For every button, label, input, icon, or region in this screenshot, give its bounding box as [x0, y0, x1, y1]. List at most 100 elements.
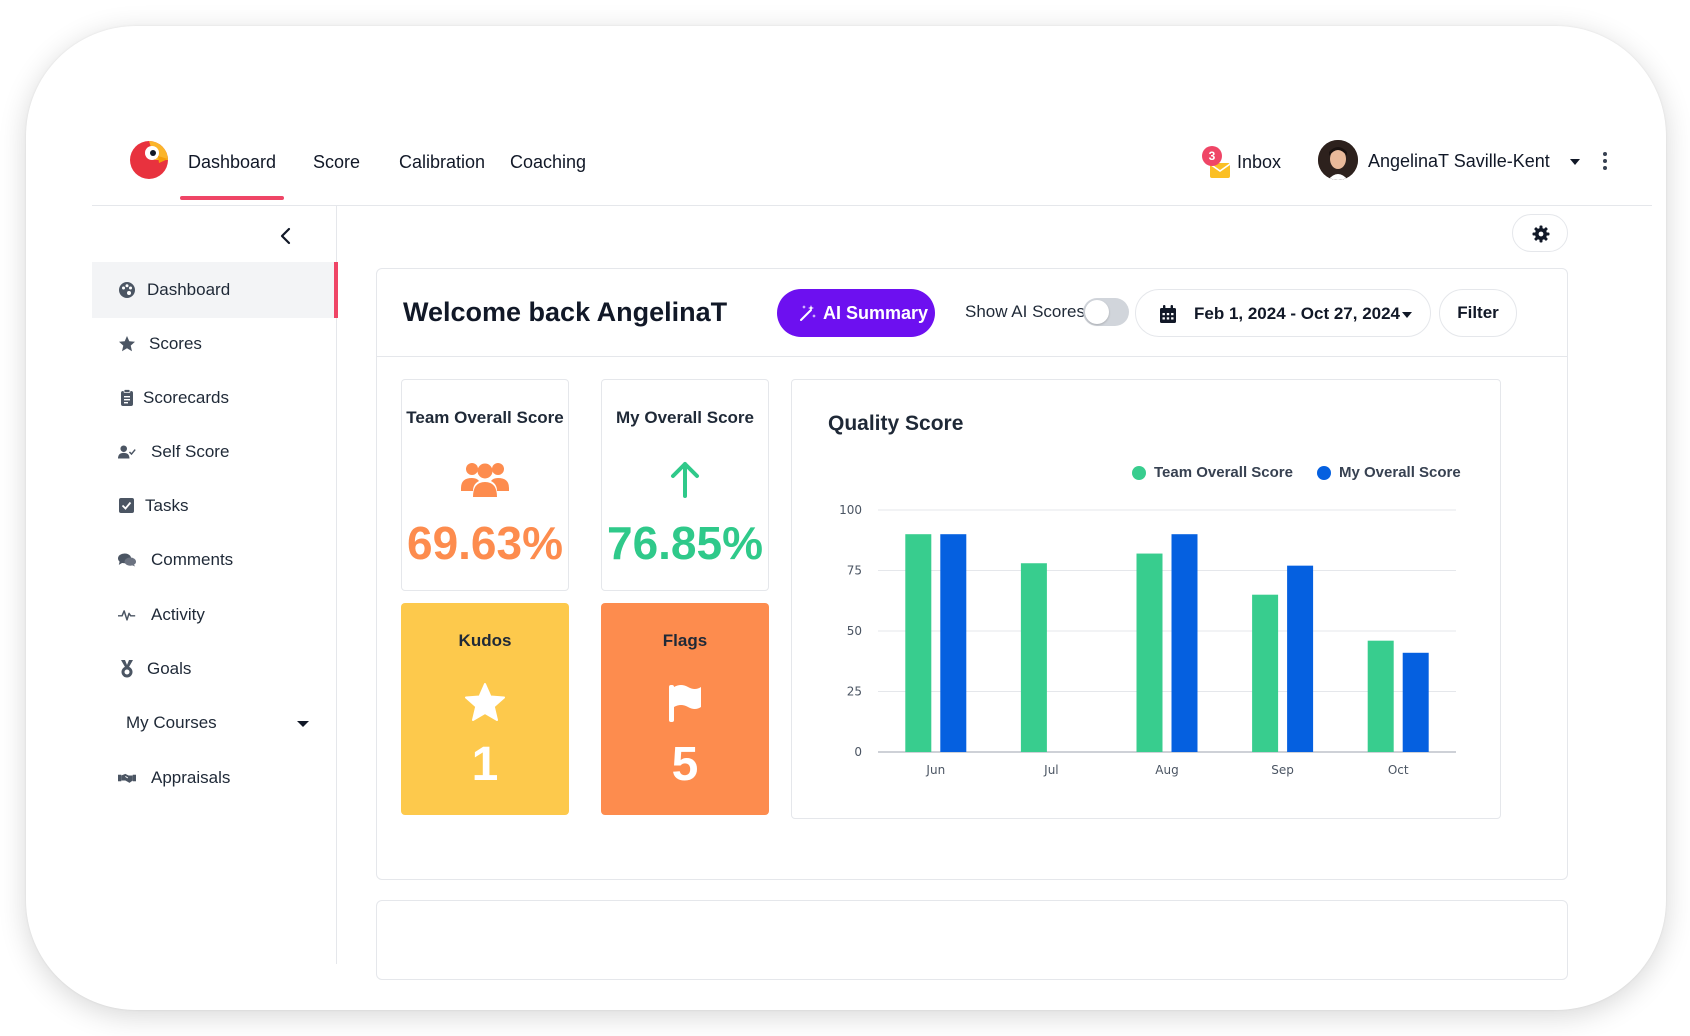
gear-icon: [1532, 225, 1550, 243]
y-tick-label: 50: [847, 624, 862, 638]
tab-score[interactable]: Score: [313, 152, 360, 173]
chart-plot-area: 0 25 50 75 100 Jun Jul Aug Sep Oct: [839, 503, 1456, 777]
secondary-card: [376, 900, 1568, 980]
tab-coaching[interactable]: Coaching: [510, 152, 586, 173]
bar-mine-jun: [940, 534, 967, 752]
sidebar-item-activity[interactable]: Activity: [92, 587, 337, 643]
more-options-icon[interactable]: [1597, 150, 1613, 174]
flag-icon: [669, 685, 701, 722]
sidebar-item-label: Scorecards: [143, 388, 229, 407]
handshake-icon: [118, 773, 136, 783]
stat-title: Team Overall Score: [406, 408, 564, 427]
stat-title: My Overall Score: [616, 408, 754, 427]
x-tick-label: Oct: [1388, 763, 1409, 777]
tab-dashboard[interactable]: Dashboard: [179, 152, 285, 200]
tab-calibration[interactable]: Calibration: [399, 152, 485, 173]
app-window: Dashboard Score Calibration Coaching 3 I…: [92, 102, 1652, 980]
sidebar-item-goals[interactable]: Goals: [92, 641, 337, 697]
sidebar: Dashboard Scores Scorecards Self Score T…: [92, 206, 338, 964]
star-icon: [465, 683, 505, 721]
sidebar-item-scores[interactable]: Scores: [92, 316, 337, 372]
sidebar-item-label: Activity: [151, 605, 205, 624]
y-tick-label: 25: [847, 685, 862, 699]
device-frame: Dashboard Score Calibration Coaching 3 I…: [26, 26, 1666, 1010]
top-nav: Dashboard Score Calibration Coaching 3 I…: [92, 102, 1652, 206]
date-range-picker[interactable]: Feb 1, 2024 - Oct 27, 2024: [1135, 289, 1431, 337]
stat-title: Flags: [662, 631, 708, 650]
kudos-value: 1: [471, 738, 499, 791]
sidebar-item-label: My Courses: [126, 713, 217, 732]
caret-down-icon: [297, 721, 309, 727]
ai-summary-button[interactable]: AI Summary: [777, 289, 935, 337]
bar-team-sep: [1252, 594, 1279, 752]
dashboard-card: Welcome back AngelinaT AI Summary Show A…: [376, 268, 1568, 880]
comments-icon: [118, 553, 136, 567]
y-tick-label: 100: [839, 503, 862, 517]
x-tick-label: Jul: [1043, 763, 1058, 777]
bar-mine-aug: [1171, 534, 1198, 752]
y-tick-label: 75: [847, 564, 862, 578]
sidebar-item-label: Appraisals: [151, 768, 231, 787]
chevron-down-icon: [1570, 159, 1580, 165]
bar-mine-sep: [1287, 565, 1314, 752]
x-tick-label: Jun: [925, 763, 945, 777]
chevron-left-icon[interactable]: [272, 222, 300, 250]
star-icon: [119, 336, 135, 352]
sidebar-item-dashboard[interactable]: Dashboard: [92, 262, 338, 318]
sidebar-item-self-score[interactable]: Self Score: [92, 424, 337, 480]
inbox-button[interactable]: 3 Inbox: [1202, 146, 1292, 186]
bar-team-jun: [905, 534, 932, 752]
sidebar-item-label: Scores: [149, 334, 202, 353]
my-overall-score-card: My Overall Score 76.85%: [601, 379, 769, 591]
y-tick-label: 0: [854, 745, 862, 759]
sidebar-item-comments[interactable]: Comments: [92, 532, 337, 588]
sidebar-item-label: Self Score: [151, 442, 230, 461]
page-title: Welcome back AngelinaT: [403, 297, 728, 327]
checkbox-icon: [119, 498, 134, 513]
sidebar-item-my-courses[interactable]: My Courses: [92, 695, 337, 751]
sidebar-item-label: Goals: [147, 659, 192, 678]
team-overall-score-card: Team Overall Score 69.63%: [401, 379, 569, 591]
x-tick-label: Aug: [1155, 763, 1178, 777]
caret-down-icon: [1402, 312, 1412, 318]
sidebar-item-label: Dashboard: [147, 280, 231, 299]
quality-score-chart: Quality Score Team Overall Score My Over…: [791, 379, 1501, 819]
sidebar-item-scorecards[interactable]: Scorecards: [92, 370, 337, 426]
settings-button[interactable]: [1512, 214, 1568, 252]
bar-team-aug: [1136, 553, 1163, 752]
palette-icon: [119, 282, 135, 298]
bar-mine-oct: [1402, 652, 1429, 752]
ai-summary-label: AI Summary: [823, 303, 929, 323]
calendar-icon: [1160, 305, 1176, 323]
arrow-up-icon: [671, 462, 699, 498]
user-name: AngelinaT Saville-Kent: [1368, 151, 1550, 171]
clipboard-icon: [121, 389, 133, 406]
team-overall-score-value: 69.63%: [406, 517, 563, 569]
flags-value: 5: [671, 738, 699, 791]
show-ai-scores-label: Show AI Scores: [965, 302, 1086, 321]
kudos-card[interactable]: Kudos 1: [401, 603, 569, 815]
stat-title: Kudos: [458, 631, 512, 650]
user-check-icon: [118, 445, 136, 459]
x-tick-label: Sep: [1271, 763, 1294, 777]
parrot-logo-icon[interactable]: [128, 138, 170, 180]
bar-team-jul: [1020, 563, 1047, 752]
filter-button[interactable]: Filter: [1439, 289, 1517, 337]
sidebar-item-tasks[interactable]: Tasks: [92, 478, 337, 534]
sidebar-item-label: Comments: [151, 550, 234, 569]
card-header: Welcome back AngelinaT AI Summary Show A…: [377, 269, 1567, 357]
pulse-icon: [118, 610, 136, 621]
date-range-text: Feb 1, 2024 - Oct 27, 2024: [1194, 304, 1401, 323]
sidebar-item-label: Tasks: [145, 496, 189, 515]
sidebar-item-appraisals[interactable]: Appraisals: [92, 750, 337, 806]
my-overall-score-value: 76.85%: [606, 517, 763, 569]
flags-card[interactable]: Flags 5: [601, 603, 769, 815]
users-icon: [461, 463, 509, 497]
medal-icon: [121, 660, 133, 678]
avatar: [1318, 140, 1358, 180]
inbox-label: Inbox: [1237, 152, 1282, 172]
show-ai-scores-toggle[interactable]: [1083, 298, 1129, 326]
inbox-count-badge: 3: [1202, 146, 1222, 166]
magic-wand-icon: [800, 305, 816, 321]
bar-team-oct: [1367, 640, 1394, 752]
